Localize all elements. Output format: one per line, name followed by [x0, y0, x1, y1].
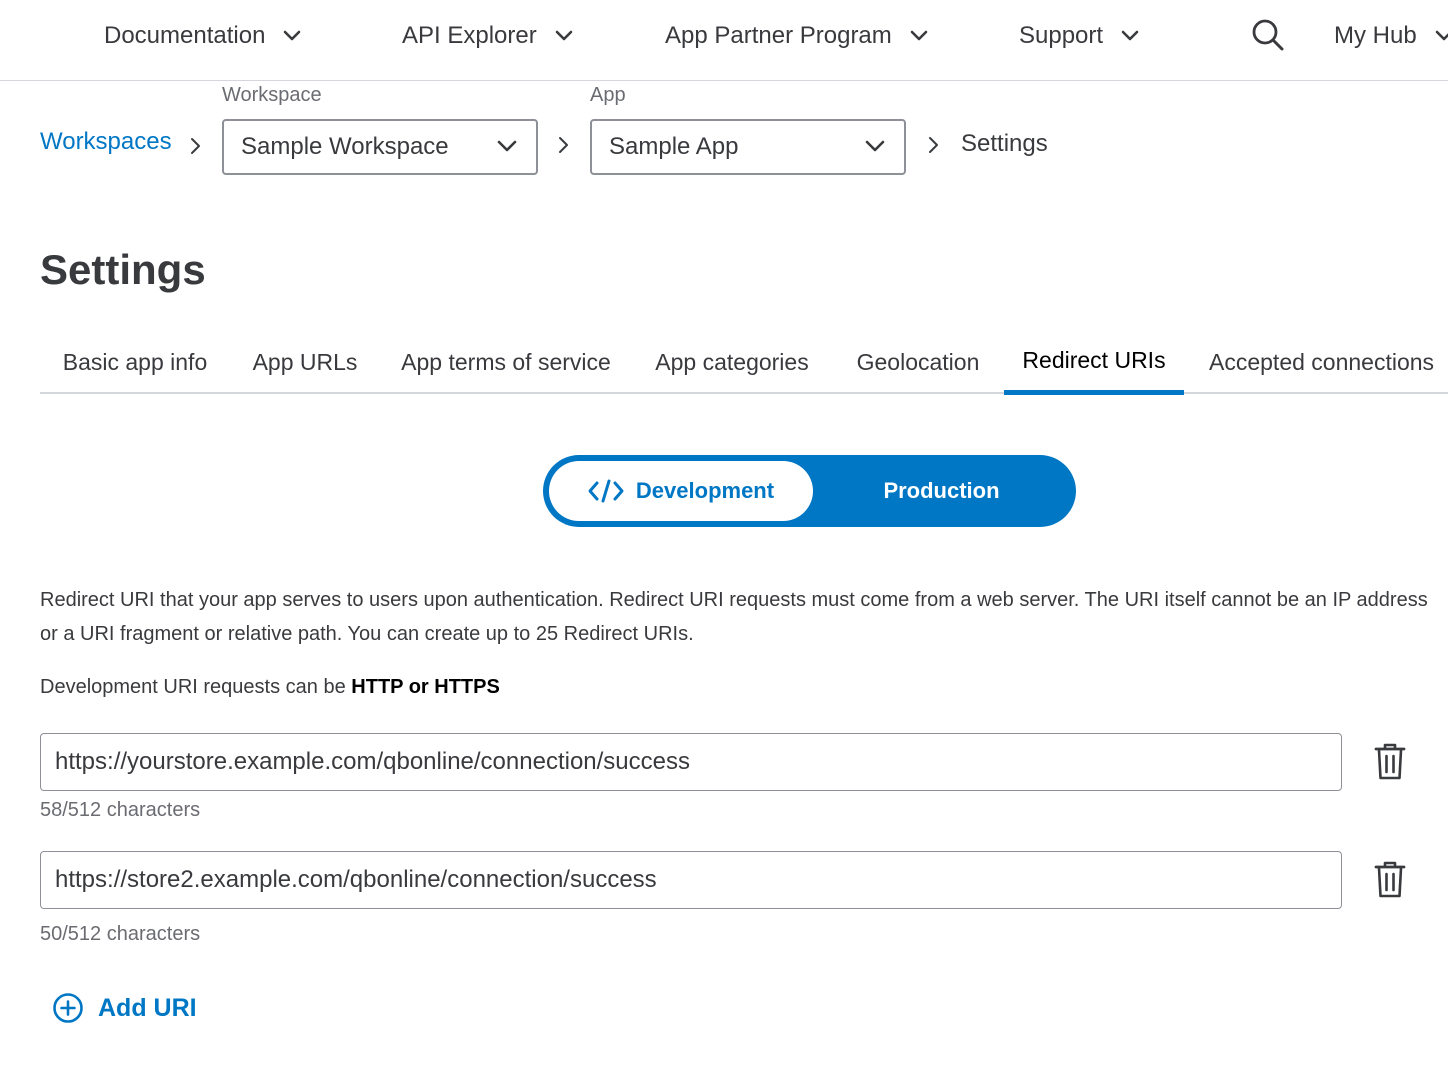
chevron-down-icon — [555, 30, 573, 41]
nav-my-hub[interactable]: My Hub — [1334, 20, 1448, 52]
chevron-down-icon — [1435, 30, 1448, 41]
nav-app-partner-program[interactable]: App Partner Program — [665, 20, 928, 52]
protocol-note-prefix: Development URI requests can be — [40, 676, 352, 698]
workspace-select-value: Sample Workspace — [241, 133, 449, 160]
protocol-note: Development URI requests can be HTTP or … — [40, 676, 500, 699]
chevron-right-icon — [929, 137, 938, 153]
chevron-down-icon — [865, 140, 885, 152]
tab-basic-app-info[interactable]: Basic app info — [40, 330, 230, 394]
settings-tabs: Basic app info App URLs App terms of ser… — [40, 330, 1448, 395]
nav-support[interactable]: Support — [1019, 20, 1139, 52]
tab-app-categories[interactable]: App categories — [632, 330, 832, 394]
chevron-down-icon — [910, 30, 928, 41]
workspace-field-label: Workspace — [222, 84, 322, 106]
add-uri-button[interactable]: Add URI — [52, 990, 197, 1026]
nav-app-partner-program-label: App Partner Program — [665, 22, 892, 49]
delete-uri-button-1[interactable] — [1372, 742, 1408, 782]
tab-geolocation[interactable]: Geolocation — [832, 330, 1004, 394]
protocol-note-emphasis: HTTP or HTTPS — [351, 676, 500, 698]
redirect-uri-input-2[interactable] — [40, 851, 1342, 909]
search-icon — [1252, 19, 1284, 51]
chevron-down-icon — [284, 30, 301, 41]
page-title: Settings — [40, 246, 206, 293]
tab-redirect-uris[interactable]: Redirect URIs — [1004, 330, 1184, 395]
character-count-1: 58/512 characters — [40, 799, 201, 821]
development-label: Development — [635, 478, 775, 503]
app-select[interactable]: Sample App — [590, 119, 906, 175]
nav-documentation[interactable]: Documentation — [104, 20, 301, 52]
redirect-uri-input-1[interactable] — [40, 733, 1342, 791]
search-button[interactable] — [1250, 17, 1286, 53]
breadcrumb-workspaces-link[interactable]: Workspaces — [40, 128, 172, 156]
redirect-uri-description: Redirect URI that your app serves to use… — [40, 589, 1428, 645]
tab-accepted-connections[interactable]: Accepted connections — [1184, 330, 1448, 394]
trash-icon — [1374, 743, 1406, 780]
nav-documentation-label: Documentation — [104, 22, 266, 49]
environment-toggle: Development Production — [543, 455, 1076, 527]
chevron-down-icon — [1121, 30, 1139, 41]
code-icon — [588, 479, 624, 503]
trash-icon — [1374, 861, 1406, 898]
nav-support-label: Support — [1019, 22, 1104, 49]
character-count-2: 50/512 characters — [40, 923, 201, 945]
app-field-label: App — [590, 84, 626, 106]
nav-api-explorer-label: API Explorer — [402, 22, 537, 49]
nav-api-explorer[interactable]: API Explorer — [402, 20, 573, 52]
development-toggle-button[interactable]: Development — [549, 461, 813, 521]
chevron-right-icon — [559, 137, 568, 153]
breadcrumb-current: Settings — [961, 130, 1048, 157]
app-select-value: Sample App — [609, 133, 739, 160]
add-uri-label: Add URI — [98, 993, 197, 1022]
top-navigation: Documentation API Explorer App Partner P… — [0, 0, 1448, 81]
tab-app-urls[interactable]: App URLs — [230, 330, 380, 394]
chevron-right-icon — [191, 138, 200, 154]
chevron-down-icon — [497, 140, 517, 152]
plus-circle-icon — [53, 993, 83, 1023]
workspace-select[interactable]: Sample Workspace — [222, 119, 538, 175]
delete-uri-button-2[interactable] — [1372, 860, 1408, 900]
production-toggle-button[interactable]: Production — [813, 461, 1070, 521]
tab-app-terms-of-service[interactable]: App terms of service — [380, 330, 632, 394]
nav-my-hub-label: My Hub — [1334, 22, 1417, 49]
